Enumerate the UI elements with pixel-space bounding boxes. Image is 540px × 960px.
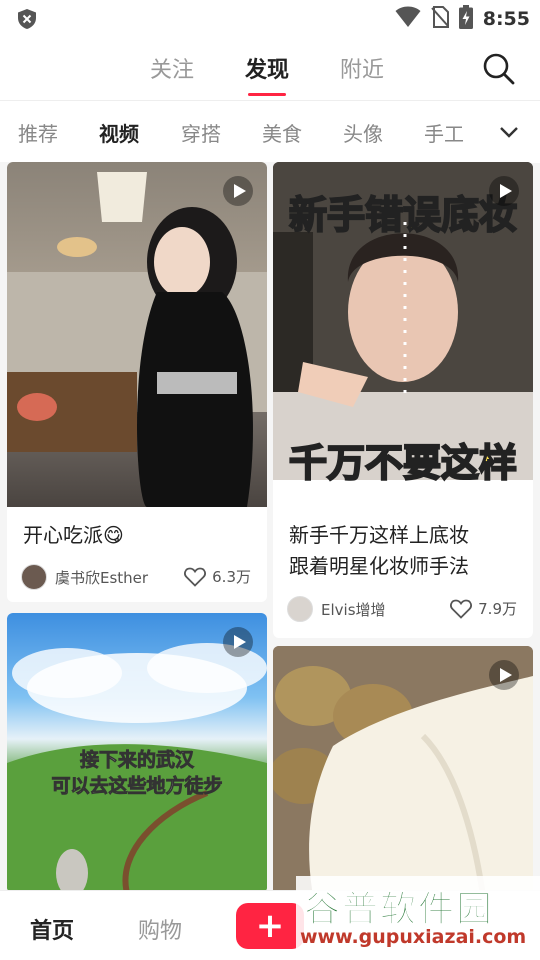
like-count: 6.3万 (212, 568, 251, 586)
watermark-url: www.gupuxiazai.com (300, 926, 527, 948)
plus-icon: + (255, 906, 285, 946)
feed-card[interactable] (273, 646, 533, 896)
card-title-line2: 跟着明星化妆师手法 (289, 554, 469, 578)
cover-caption-line2: 可以去这些地方徒步 (51, 775, 223, 798)
cover-caption-bottom: 千万不要这样 (288, 440, 518, 486)
battery-charging-icon (458, 5, 473, 33)
wifi-icon (395, 6, 421, 32)
video-play-icon (489, 660, 519, 690)
category-bar: 推荐 视频 穿搭 美食 头像 手工 (0, 100, 540, 163)
shield-icon (16, 8, 38, 30)
card-author[interactable]: 虞书欣Esther (21, 564, 148, 590)
video-play-icon (489, 176, 519, 206)
chevron-down-icon[interactable] (478, 101, 540, 163)
like-count: 7.9万 (478, 600, 517, 618)
category-avatar[interactable]: 头像 (343, 118, 383, 147)
nav-shopping[interactable]: 购物 (138, 913, 182, 945)
author-name: 虞书欣Esther (55, 568, 149, 587)
feed-card[interactable]: 开心吃派😋 虞书欣Esther 6.3万 (7, 162, 267, 602)
author-name: Elvis增增 (321, 600, 386, 619)
nav-home[interactable]: 首页 (30, 913, 74, 945)
avatar (21, 564, 47, 590)
feed-card[interactable]: 新手错误底妆 千万不要这样 新手千万这样上底妆 跟着明星化妆师手法 Elvis增… (273, 162, 533, 638)
category-recommend[interactable]: 推荐 (18, 118, 58, 147)
video-play-icon (223, 627, 253, 657)
tab-nearby[interactable]: 附近 (340, 52, 384, 84)
search-icon[interactable] (482, 52, 516, 86)
cover-caption-line1: 接下来的武汉 (79, 749, 195, 772)
watermark-title: 谷普软件园 (303, 889, 495, 931)
category-outfit[interactable]: 穿搭 (181, 118, 221, 147)
card-cover-image (7, 162, 267, 507)
category-handcraft[interactable]: 手工 (424, 118, 464, 147)
card-title: 开心吃派😋 (23, 523, 124, 547)
feed-card[interactable]: 接下来的武汉 可以去这些地方徒步 (7, 613, 267, 893)
watermark: 谷普软件园 www.gupuxiazai.com (296, 876, 540, 960)
like-button[interactable]: 6.3万 (184, 566, 251, 587)
video-play-icon (223, 176, 253, 206)
category-video[interactable]: 视频 (99, 118, 139, 147)
card-title-line1: 新手千万这样上底妆 (289, 523, 469, 547)
like-button[interactable]: 7.9万 (450, 598, 517, 619)
top-nav: 关注 发现 附近 (0, 38, 540, 100)
no-sim-icon (430, 6, 449, 32)
tab-following[interactable]: 关注 (150, 52, 194, 84)
active-tab-indicator (248, 93, 286, 96)
avatar (287, 596, 313, 622)
heart-icon (184, 567, 207, 587)
heart-icon (450, 599, 473, 619)
category-food[interactable]: 美食 (262, 118, 302, 147)
status-bar: 8:55 (0, 0, 540, 38)
status-time: 8:55 (482, 8, 530, 30)
create-post-button[interactable]: + (236, 903, 304, 949)
card-author[interactable]: Elvis增增 (287, 596, 386, 622)
tab-discover[interactable]: 发现 (245, 52, 289, 96)
